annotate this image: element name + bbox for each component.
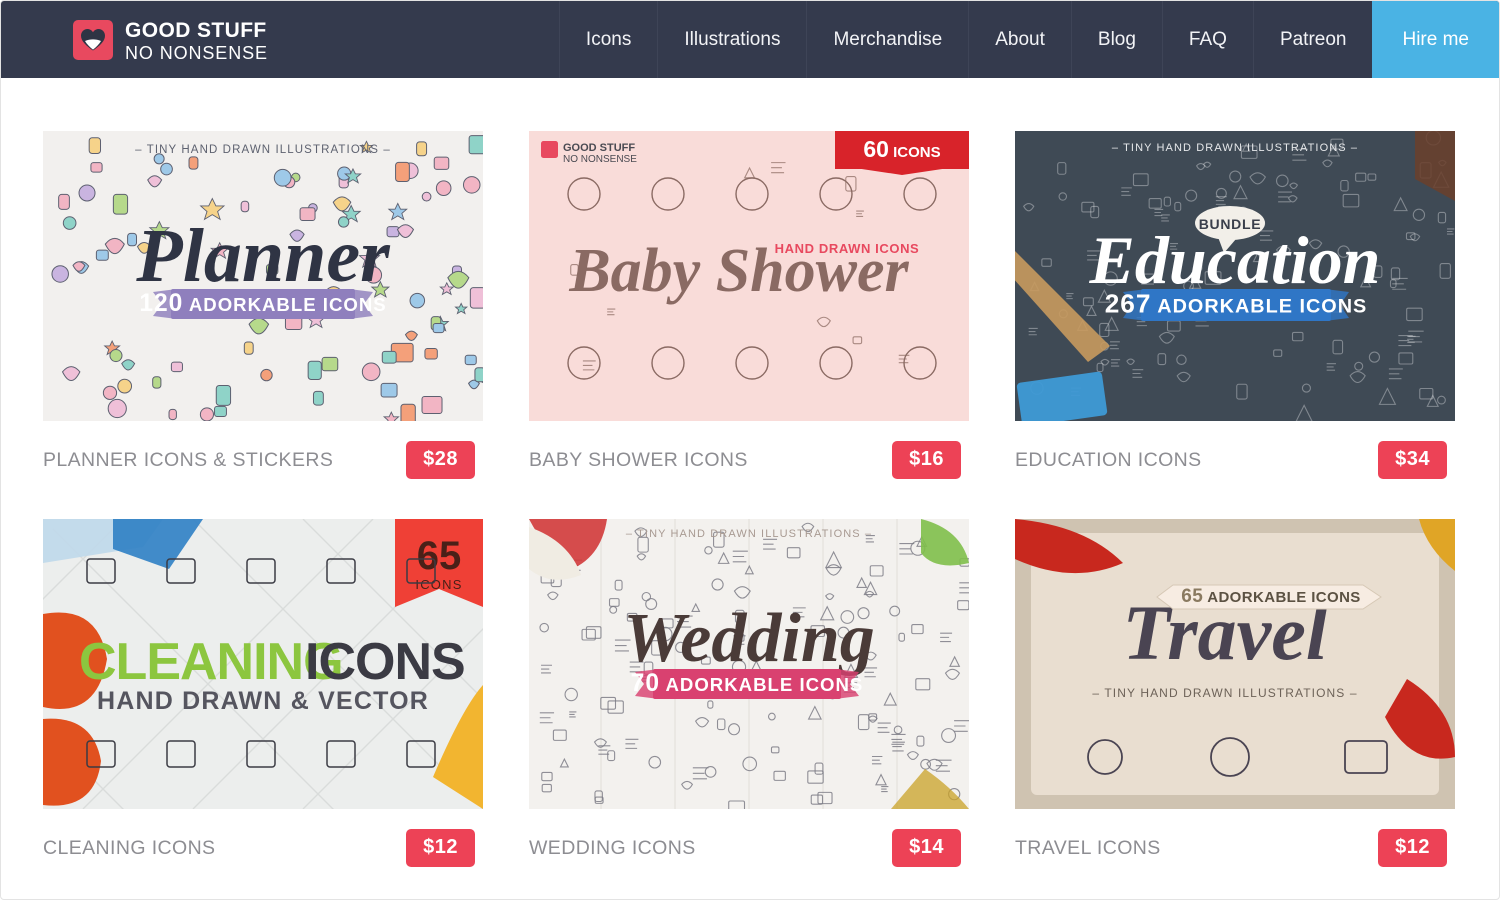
product-price-badge[interactable]: $12: [406, 829, 475, 867]
main-nav: Icons Illustrations Merchandise About Blog FA…: [558, 1, 1499, 78]
brand-bottom-line: NO NONSENSE: [125, 42, 268, 63]
product-title[interactable]: WEDDING ICONS: [529, 837, 696, 860]
nav-item-faq[interactable]: FAQ: [1161, 1, 1253, 78]
product-card: Travel 65 ADORKABLE ICONS – TINY HAND DRA…: [1015, 519, 1455, 887]
product-thumbnail[interactable]: 60 ICONS GOOD STUFF NO NONSENSE Baby Shower…: [529, 131, 969, 421]
heart-smile-icon: [73, 19, 113, 60]
brand-top-line: GOOD STUFF: [125, 18, 267, 42]
product-thumbnail[interactable]: – TINY HAND DRAWN ILLUSTRATIONS – Wedding…: [529, 519, 969, 809]
product-thumbnail[interactable]: Travel 65 ADORKABLE ICONS – TINY HAND DRA…: [1015, 519, 1455, 809]
nav-item-blog[interactable]: Blog: [1070, 1, 1162, 78]
product-title[interactable]: EDUCATION ICONS: [1015, 449, 1202, 472]
svg-text:ICONS: ICONS: [415, 577, 462, 592]
heart-smile-glyph: [81, 28, 105, 51]
product-meta: BABY SHOWER ICONS $16: [529, 421, 969, 499]
product-title[interactable]: BABY SHOWER ICONS: [529, 449, 748, 472]
svg-text:– TINY HAND DRAWN ILLUSTRATIO: – TINY HAND DRAWN ILLUSTRATIONS –: [1112, 142, 1358, 154]
product-price-badge[interactable]: $28: [406, 441, 475, 479]
svg-text:– TINY HAND DRAWN ILLUSTRATIO: – TINY HAND DRAWN ILLUSTRATIONS –: [1092, 686, 1357, 700]
svg-text:Planner: Planner: [135, 214, 391, 298]
svg-text:70 ADORKABLE ICONS: 70 ADORKABLE ICONS: [631, 670, 864, 697]
site-header: GOOD STUFF NO NONSENSE Icons Illustration…: [1, 1, 1499, 78]
svg-text:65 ADORKABLE ICONS: 65 ADORKABLE ICONS: [1181, 586, 1360, 607]
nav-item-illustrations[interactable]: Illustrations: [657, 1, 806, 78]
product-card: – TINY HAND DRAWN ILLUSTRATIONS – Planner…: [43, 131, 483, 499]
svg-text:65: 65: [417, 534, 462, 578]
svg-text:Education: Education: [1089, 222, 1381, 298]
brand-logo[interactable]: GOOD STUFF NO NONSENSE: [1, 1, 268, 78]
nav-item-hire-me[interactable]: Hire me: [1372, 1, 1499, 78]
nav-item-about[interactable]: About: [968, 1, 1071, 78]
svg-text:HAND DRAWN & VECTOR: HAND DRAWN & VECTOR: [97, 687, 429, 715]
product-title[interactable]: PLANNER ICONS & STICKERS: [43, 449, 333, 472]
nav-item-merchandise[interactable]: Merchandise: [806, 1, 968, 78]
page-root: GOOD STUFF NO NONSENSE Icons Illustration…: [0, 0, 1500, 900]
product-thumbnail[interactable]: – TINY HAND DRAWN ILLUSTRATIONS – Planner…: [43, 131, 483, 421]
product-grid: – TINY HAND DRAWN ILLUSTRATIONS – Planner…: [1, 78, 1499, 899]
product-title[interactable]: CLEANING ICONS: [43, 837, 215, 860]
product-price-badge[interactable]: $34: [1378, 441, 1447, 479]
svg-text:NO NONSENSE: NO NONSENSE: [563, 154, 637, 165]
svg-text:GOOD STUFF: GOOD STUFF: [563, 142, 635, 154]
product-card: 60 ICONS GOOD STUFF NO NONSENSE Baby Shower…: [529, 131, 969, 499]
product-title[interactable]: TRAVEL ICONS: [1015, 837, 1161, 860]
product-thumbnail[interactable]: 65 ICONS CLEANING ICONS HAND DRAWN & VECTOR: [43, 519, 483, 809]
product-card: – TINY HAND DRAWN ILLUSTRATIONS – Wedding…: [529, 519, 969, 887]
svg-text:Wedding: Wedding: [623, 600, 875, 677]
product-card: – TINY HAND DRAWN ILLUSTRATIONS – BUNDLE…: [1015, 131, 1455, 499]
product-price-badge[interactable]: $16: [892, 441, 961, 479]
svg-text:– TINY HAND DRAWN ILLUSTRATIO: – TINY HAND DRAWN ILLUSTRATIONS –: [626, 528, 872, 540]
svg-text:– TINY HAND DRAWN ILLUSTRATIO: – TINY HAND DRAWN ILLUSTRATIONS –: [135, 144, 391, 156]
product-price-badge[interactable]: $12: [1378, 829, 1447, 867]
product-thumbnail[interactable]: – TINY HAND DRAWN ILLUSTRATIONS – BUNDLE…: [1015, 131, 1455, 421]
product-meta: TRAVEL ICONS $12: [1015, 809, 1455, 887]
product-meta: EDUCATION ICONS $34: [1015, 421, 1455, 499]
svg-text:CLEANING: CLEANING: [79, 633, 343, 691]
product-price-badge[interactable]: $14: [892, 829, 961, 867]
product-meta: PLANNER ICONS & STICKERS $28: [43, 421, 483, 499]
product-meta: CLEANING ICONS $12: [43, 809, 483, 887]
product-meta: WEDDING ICONS $14: [529, 809, 969, 887]
svg-text:120 ADORKABLE ICONS: 120 ADORKABLE ICONS: [139, 290, 386, 317]
svg-text:HAND DRAWN ICONS: HAND DRAWN ICONS: [775, 241, 920, 256]
nav-item-patreon[interactable]: Patreon: [1252, 1, 1373, 78]
svg-text:ICONS: ICONS: [305, 633, 465, 691]
product-card: 65 ICONS CLEANING ICONS HAND DRAWN & VECTOR C…: [43, 519, 483, 887]
nav-item-icons[interactable]: Icons: [558, 1, 657, 78]
brand-wordmark: GOOD STUFF NO NONSENSE: [125, 18, 268, 62]
